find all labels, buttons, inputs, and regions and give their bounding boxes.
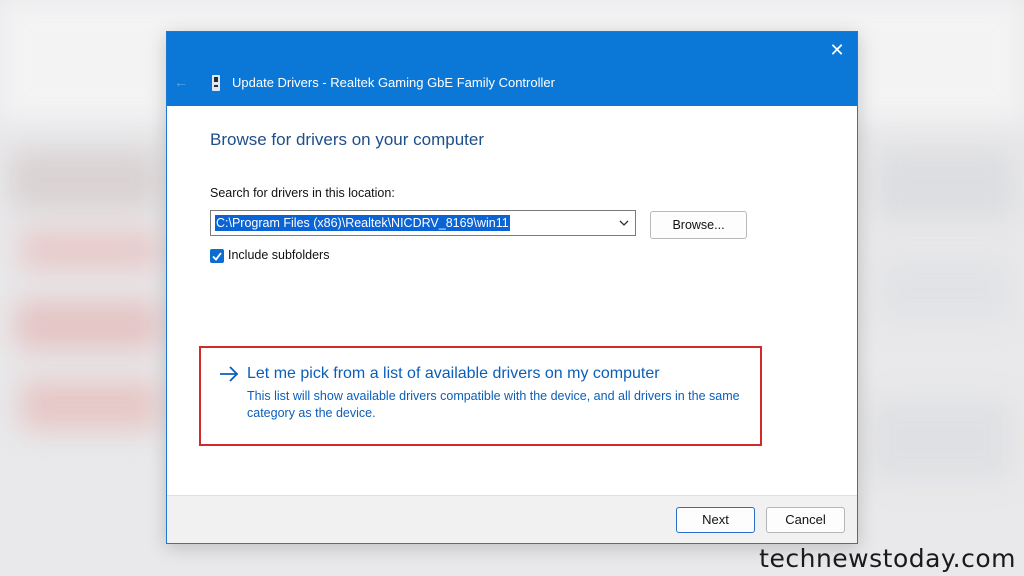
back-arrow-icon[interactable]: ← bbox=[174, 74, 190, 90]
close-icon[interactable]: ✕ bbox=[825, 38, 849, 62]
pick-from-list-link[interactable]: Let me pick from a list of available dri… bbox=[247, 365, 660, 383]
device-icon bbox=[212, 75, 220, 91]
search-location-label: Search for drivers in this location: bbox=[210, 186, 395, 200]
chevron-down-icon[interactable] bbox=[617, 215, 631, 231]
next-button[interactable]: Next bbox=[676, 507, 755, 533]
checkmark-icon bbox=[212, 252, 222, 261]
driver-path-value[interactable]: C:\Program Files (x86)\Realtek\NICDRV_81… bbox=[215, 215, 510, 231]
cancel-button[interactable]: Cancel bbox=[766, 507, 845, 533]
watermark: technewstoday.com bbox=[759, 544, 1016, 573]
page-title: Browse for drivers on your computer bbox=[210, 130, 484, 149]
driver-path-combobox[interactable]: C:\Program Files (x86)\Realtek\NICDRV_81… bbox=[210, 210, 636, 236]
window-title: Update Drivers - Realtek Gaming GbE Fami… bbox=[232, 75, 555, 90]
right-arrow-icon[interactable] bbox=[218, 364, 240, 384]
include-subfolders-label[interactable]: Include subfolders bbox=[228, 248, 329, 262]
update-drivers-dialog: ✕ ← Update Drivers - Realtek Gaming GbE … bbox=[166, 31, 858, 544]
browse-button[interactable]: Browse... bbox=[650, 211, 747, 239]
pick-from-list-description: This list will show available drivers co… bbox=[247, 389, 740, 420]
title-bar: ✕ ← Update Drivers - Realtek Gaming GbE … bbox=[167, 32, 857, 106]
include-subfolders-checkbox[interactable] bbox=[210, 249, 224, 263]
